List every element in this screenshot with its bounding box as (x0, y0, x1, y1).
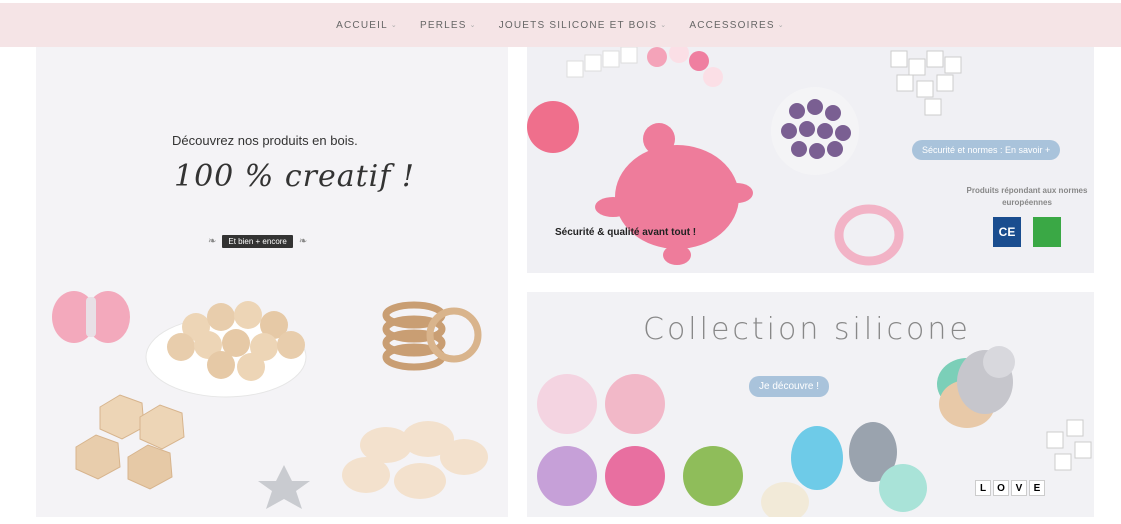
nav-item-accessoires[interactable]: ACCESSOIRES ⌄ (689, 20, 785, 31)
nav-label: ACCESSOIRES (689, 19, 775, 31)
nav-label: ACCUEIL (336, 19, 388, 31)
safety-banner[interactable]: Sécurité et normes : En savoir + Produit… (527, 47, 1094, 273)
love-cubes: L O V E (975, 480, 1045, 496)
letter-cube: V (1011, 480, 1027, 496)
wood-banner-heading: Découvrez nos produits en bois. (172, 133, 358, 148)
rainbow-beads-circle (683, 446, 743, 506)
letter-cube: L (975, 480, 991, 496)
wood-products-image (52, 291, 488, 509)
ribbon-label: Et bien + encore (222, 235, 293, 248)
girl-necklace-image (566, 47, 723, 87)
laurel-right-icon: ❧ (298, 236, 308, 247)
deer-teether-image (937, 346, 1015, 428)
letter-cube: E (1029, 480, 1045, 496)
nav-item-jouets[interactable]: JOUETS SILICONE ET BOIS ⌄ (499, 20, 668, 31)
wood-products-banner[interactable]: Découvrez nos produits en bois. 100 % cr… (36, 47, 508, 517)
wood-banner-ribbon: ❧ Et bien + encore ❧ (208, 235, 307, 248)
star-bead-image (258, 465, 310, 509)
safety-tagline: Sécurité & qualité avant tout ! (555, 227, 697, 238)
nav-item-accueil[interactable]: ACCUEIL ⌄ (336, 20, 398, 31)
laurel-left-icon: ❧ (208, 236, 217, 247)
heart-beads-image (342, 421, 488, 499)
ce-mark-icon: CE (993, 217, 1021, 247)
chevron-down-icon: ⌄ (469, 22, 477, 29)
turtle-teether-image (595, 123, 753, 265)
nav-label: JOUETS SILICONE ET BOIS (498, 19, 658, 31)
raccoon-teethers-image (761, 422, 927, 517)
rose-bead-image (527, 101, 579, 153)
chevron-down-icon: ⌄ (777, 22, 785, 29)
eco-leaf-icon (1033, 217, 1061, 247)
butterfly-bead-image (52, 291, 130, 343)
letter-cubes-image (890, 50, 962, 116)
main-nav: ACCUEIL ⌄ PERLES ⌄ JOUETS SILICONE ET BOIS… (0, 3, 1121, 47)
pastel-beads-circle (537, 374, 597, 434)
hexagon-beads-image (75, 394, 185, 490)
silicone-collection-banner[interactable]: Collection silicone Je découvre ! L O V … (527, 292, 1094, 517)
pacifier-clip-image (834, 204, 904, 266)
bead-bowl-image (145, 301, 307, 398)
norms-text: Produits répondant aux normes européenne… (966, 186, 1088, 207)
letter-cubes-image (1046, 419, 1092, 471)
nav-label: PERLES (419, 19, 467, 31)
letter-cube: O (993, 480, 1009, 496)
star-beads-circle (605, 446, 665, 506)
wood-banner-script-text: 100 % creatif ! (174, 159, 415, 194)
chevron-down-icon: ⌄ (660, 22, 668, 29)
safety-norms-button[interactable]: Sécurité et normes : En savoir + (912, 140, 1061, 160)
colorful-beads-circle (537, 446, 597, 506)
mixed-beads-circle (605, 374, 665, 434)
wood-rings-image (382, 301, 482, 371)
nav-item-perles[interactable]: PERLES ⌄ (420, 20, 477, 31)
chevron-down-icon: ⌄ (390, 22, 398, 29)
